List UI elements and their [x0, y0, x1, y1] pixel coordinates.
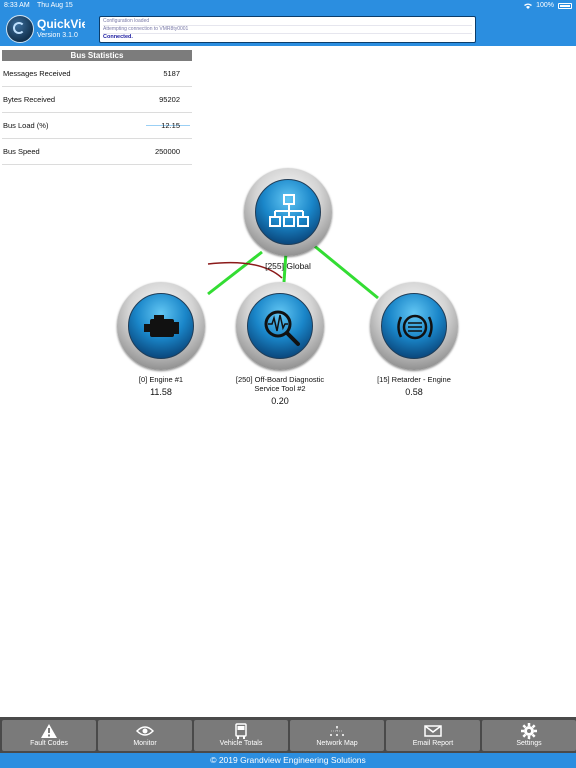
app-title: QuickView: [37, 17, 85, 31]
wifi-icon: [524, 3, 533, 9]
status-right: 100%: [524, 0, 572, 12]
diagnostic-tool-node-label: [250] Off-Board Diagnostic Service Tool …: [220, 375, 340, 393]
app-version: Version 3.1.0: [37, 32, 78, 39]
stat-label: Bus Speed: [3, 147, 40, 156]
diagnostic-tool-node[interactable]: [236, 282, 324, 370]
stat-row-messages: Messages Received 5187: [2, 61, 192, 87]
tab-fault-codes[interactable]: Fault Codes: [2, 720, 96, 751]
engine-node[interactable]: [117, 282, 205, 370]
battery-icon: [558, 3, 572, 9]
stat-row-bus-load: Bus Load (%) 12.15: [2, 113, 192, 139]
tab-label: Monitor: [133, 740, 157, 747]
retarder-node-label: [15] Retarder - Engine: [377, 375, 451, 384]
stat-value: 12.15: [161, 121, 180, 130]
tab-email-report[interactable]: Email Report: [386, 720, 480, 751]
connection-log[interactable]: Configuration loaded Attempting connecti…: [99, 16, 476, 43]
magnifier-waveform-icon: [264, 310, 300, 346]
stat-label: Bus Load (%): [3, 121, 49, 130]
battery-percent: 100%: [536, 2, 554, 9]
engine-icon: [144, 315, 179, 337]
label-line: [250] Off-Board Diagnostic: [235, 375, 325, 384]
retarder-icon: [397, 314, 433, 340]
gear-icon: [521, 723, 537, 739]
log-line: Attempting connection to VMR8ty0001: [103, 26, 472, 34]
diagnostic-tool-node-value: 0.20: [271, 396, 289, 406]
bus-statistics-panel: Bus Statistics Messages Received 5187 By…: [2, 50, 192, 165]
tab-settings[interactable]: Settings: [482, 720, 576, 751]
bottom-tab-bar: Fault Codes Monitor Vehicle Totals Netwo…: [0, 717, 576, 753]
status-date: Thu Aug 15: [37, 2, 73, 9]
tab-label: Network Map: [316, 740, 358, 747]
app-header: QuickView Version 3.1.0 Configuration lo…: [0, 12, 576, 46]
tab-label: Vehicle Totals: [219, 740, 263, 747]
log-line: Configuration loaded: [103, 18, 472, 26]
retarder-node-value: 0.58: [405, 387, 423, 397]
label-line: Service Tool #2: [254, 384, 306, 393]
retarder-node[interactable]: [370, 282, 458, 370]
log-line-connected: Connected.: [103, 34, 133, 40]
global-node-label: [255] Global: [265, 261, 311, 271]
tab-label: Email Report: [412, 740, 454, 747]
network-map: [255] Global [0] Engine #1 11.58 [250] O…: [0, 160, 576, 420]
stat-row-bytes: Bytes Received 95202: [2, 87, 192, 113]
app-logo-icon: [6, 15, 34, 43]
stat-value: 95202: [159, 95, 180, 104]
stat-label: Messages Received: [3, 69, 71, 78]
warning-icon: [41, 724, 57, 738]
tab-monitor[interactable]: Monitor: [98, 720, 192, 751]
stat-label: Bytes Received: [3, 95, 56, 104]
link-line: [207, 250, 263, 296]
stat-value: 250000: [154, 147, 180, 156]
tab-label: Settings: [516, 740, 542, 747]
engine-node-label: [0] Engine #1: [138, 375, 184, 384]
truck-icon: [235, 723, 247, 739]
engine-node-value: 11.58: [150, 387, 172, 397]
network-icon: [330, 726, 344, 736]
tab-label: Fault Codes: [30, 740, 68, 747]
link-line: [311, 242, 379, 300]
bus-statistics-header: Bus Statistics: [2, 50, 192, 61]
status-time: 8:33 AM: [4, 2, 30, 9]
network-hierarchy-icon: [269, 194, 309, 227]
footer-copyright: © 2019 Grandview Engineering Solutions: [0, 753, 576, 768]
status-bar: 8:33 AM Thu Aug 15 100%: [0, 0, 576, 12]
tab-network-map[interactable]: Network Map: [290, 720, 384, 751]
global-node[interactable]: [244, 168, 332, 256]
envelope-icon: [424, 725, 442, 737]
stat-value: 5187: [163, 69, 180, 78]
eye-icon: [136, 726, 154, 736]
tab-vehicle-totals[interactable]: Vehicle Totals: [194, 720, 288, 751]
